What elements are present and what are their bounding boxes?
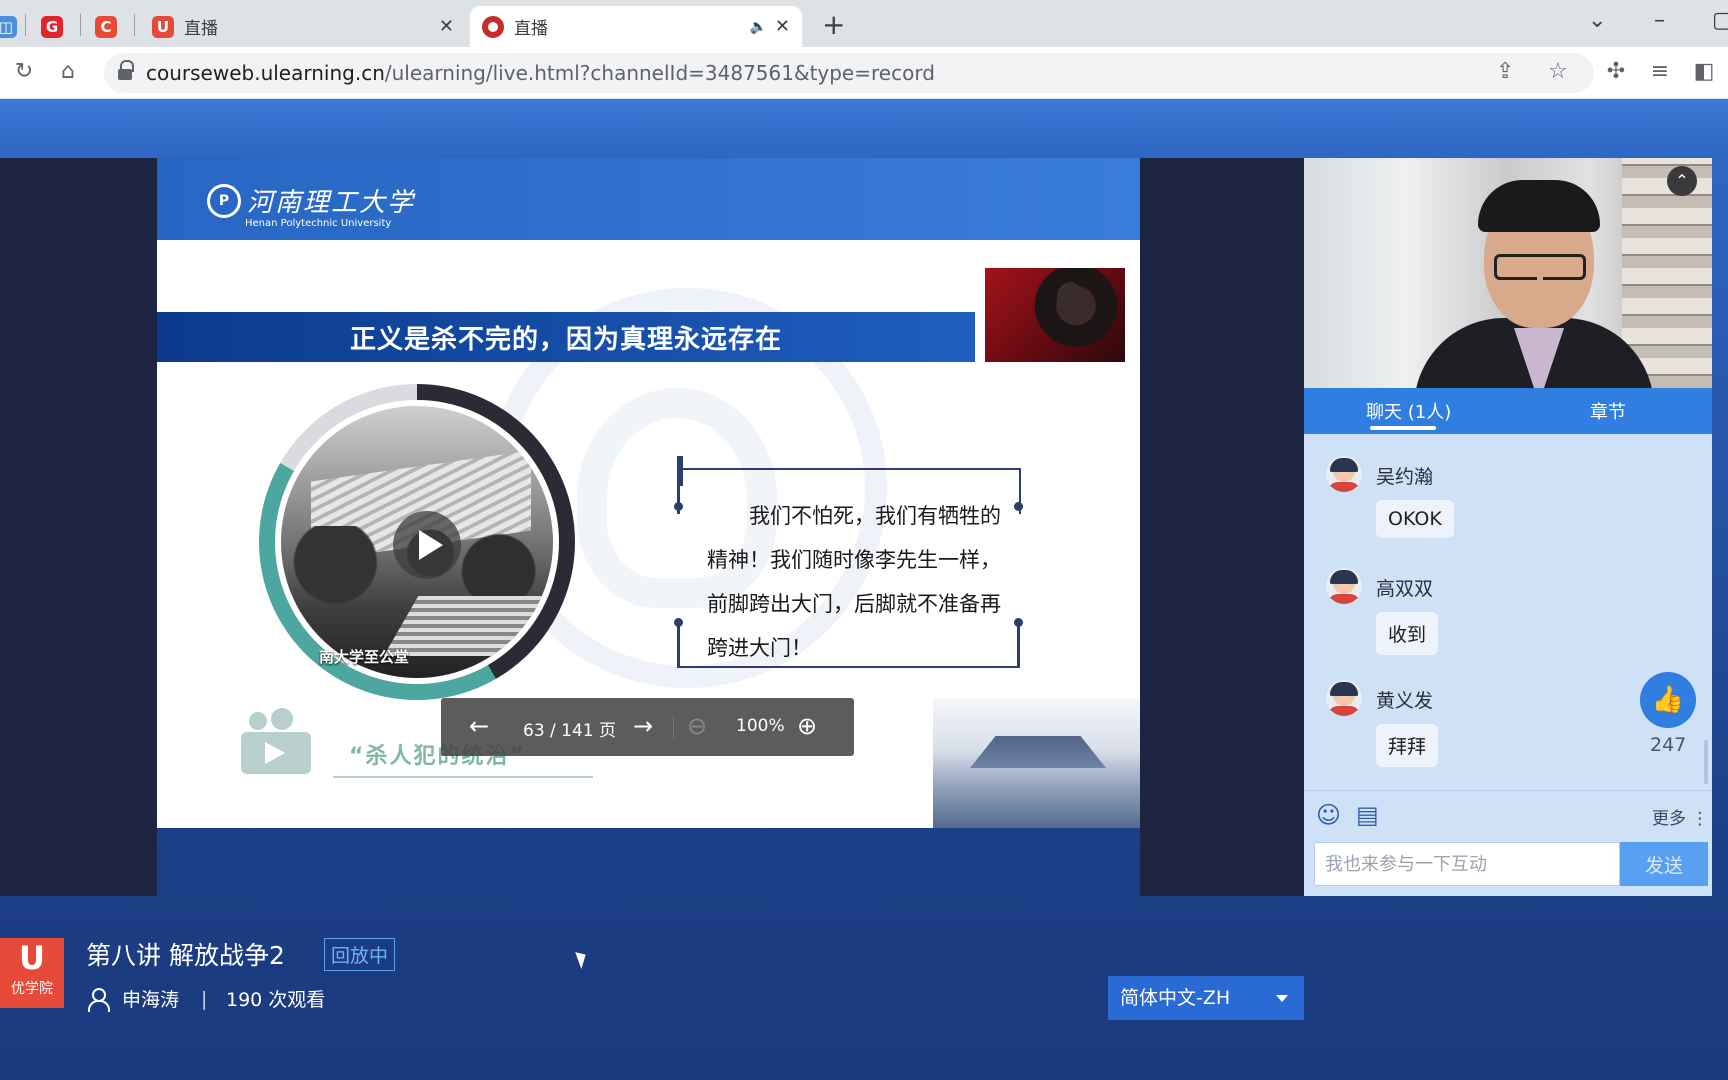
status-badge: 回放中: [324, 938, 396, 971]
speaker-icon[interactable]: 🔈: [749, 19, 766, 35]
g-favicon-icon: G: [41, 15, 63, 38]
logo-u-icon: U: [19, 939, 45, 977]
tab-live-2[interactable]: 直播 🔈 ✕: [470, 6, 802, 47]
chat-input[interactable]: [1314, 842, 1620, 886]
tab-title: 直播: [514, 19, 548, 39]
university-logo-cn: 河南理工大学: [247, 188, 416, 218]
portrait-image: [985, 268, 1125, 362]
gate-image: [933, 698, 1140, 828]
lock-icon: [118, 60, 134, 80]
zoom-in-icon[interactable]: ⊕: [797, 712, 817, 740]
ulearning-favicon-icon: U: [152, 15, 174, 38]
user-icon: [88, 988, 110, 1012]
tab-chat[interactable]: 聊天 (1人): [1366, 398, 1451, 424]
university-seal-icon: P: [207, 184, 241, 218]
lesson-title: 第八讲 解放战争2: [86, 941, 285, 970]
teacher-video[interactable]: [1304, 158, 1712, 388]
send-button[interactable]: 发送: [1620, 842, 1708, 886]
ulearning-logo: U 优学院: [0, 938, 64, 1008]
tab-search-chevron-icon[interactable]: ⌄: [1588, 8, 1606, 33]
panel-tabs: 聊天 (1人) 章节: [1304, 388, 1712, 434]
zoom-out-icon[interactable]: ⊖: [687, 712, 707, 740]
message-sender: 吴约瀚: [1376, 466, 1434, 488]
left-margin: [0, 158, 157, 896]
url-path: /ulearning/live.html?channelId=3487561&t…: [384, 61, 935, 85]
url-host: courseweb.ulearning.cn: [146, 61, 385, 85]
avatar: [1326, 680, 1362, 716]
language-value: 简体中文-ZH: [1120, 987, 1231, 1009]
slide-control-bar: ← 63 / 141 页 → ⊖ 100% ⊕: [441, 698, 854, 756]
notes-icon[interactable]: ▤: [1356, 801, 1379, 829]
app-favicon-icon: ◫: [0, 15, 17, 38]
reload-icon[interactable]: ↻: [10, 59, 38, 84]
tab-title: 直播: [184, 19, 218, 39]
caret-down-icon: [1276, 995, 1288, 1002]
collapse-video-chevron-up-icon[interactable]: ⌃: [1667, 166, 1697, 196]
browser-toolbar: ↻ ⌂ courseweb.ulearning.cn/ulearning/liv…: [0, 47, 1728, 99]
tab-chapters[interactable]: 章节: [1590, 398, 1626, 424]
like-count: 247: [1650, 734, 1687, 756]
logo-text: 优学院: [11, 981, 53, 997]
banner-text: 正义是杀不完的，因为真理永远存在: [349, 324, 782, 355]
info-divider: |: [201, 988, 208, 1010]
chat-scrollbar[interactable]: [1704, 740, 1708, 784]
next-page-arrow-icon[interactable]: →: [633, 712, 653, 740]
live-favicon-icon: [482, 15, 504, 38]
message-text: 拜拜: [1376, 724, 1439, 767]
university-logo-en: Henan Polytechnic University: [245, 218, 392, 229]
message-sender: 黄义发: [1376, 690, 1434, 712]
share-icon[interactable]: ⇪: [1496, 59, 1514, 84]
media-control-icon[interactable]: ≡: [1646, 59, 1674, 84]
extensions-icon[interactable]: ✣: [1602, 59, 1630, 84]
avatar: [1326, 568, 1362, 604]
prev-page-arrow-icon[interactable]: ←: [469, 712, 489, 740]
portrait-head: [1057, 282, 1083, 312]
home-icon[interactable]: ⌂: [54, 59, 82, 84]
tab-live-1[interactable]: U 直播 ✕: [140, 6, 466, 47]
more-button[interactable]: 更多 ⋮: [1652, 804, 1708, 829]
page-info: 63 / 141 页: [523, 721, 617, 741]
play-video-button[interactable]: [393, 511, 461, 579]
right-margin: [1140, 158, 1304, 896]
maximize-icon[interactable]: ▢: [1712, 8, 1728, 33]
teacher-name: 申海涛: [122, 989, 180, 1011]
avatar: [1326, 456, 1362, 492]
more-label: 更多: [1652, 809, 1686, 829]
new-tab-icon[interactable]: +: [822, 8, 845, 41]
message-text: OKOK: [1376, 500, 1454, 538]
pinned-tab-3[interactable]: C: [76, 6, 136, 47]
language-select[interactable]: 简体中文-ZH: [1108, 976, 1304, 1020]
emoji-icon[interactable]: ☺: [1316, 801, 1341, 829]
quote-text: 我们不怕死，我们有牺牲的精神！我们随时像李先生一样，前脚跨出大门，后脚就不准备再…: [707, 504, 1001, 660]
slide-banner: 正义是杀不完的，因为真理永远存在: [157, 312, 975, 362]
photo-caption: 南大学至公堂: [319, 648, 410, 666]
minimize-icon[interactable]: –: [1654, 8, 1665, 33]
address-bar[interactable]: courseweb.ulearning.cn/ulearning/live.ht…: [104, 53, 1594, 93]
message-text: 收到: [1376, 612, 1439, 655]
view-count: 190 次观看: [226, 989, 326, 1011]
video-camera-icon: [241, 708, 313, 774]
browser-tab-strip: ◫ G C U 直播 ✕ 直播 🔈 ✕ + ⌄ – ▢: [0, 0, 1728, 47]
chat-toolbar: ☺ ▤: [1304, 790, 1712, 836]
message-sender: 高双双: [1376, 578, 1434, 600]
close-tab-icon[interactable]: ✕: [439, 16, 454, 37]
pinned-tab-2[interactable]: G: [22, 6, 82, 47]
like-thumbs-up-icon[interactable]: 👍: [1640, 672, 1696, 728]
c-favicon-icon: C: [95, 15, 117, 38]
side-panel-icon[interactable]: ◧: [1690, 59, 1718, 84]
bookmark-star-icon[interactable]: ☆: [1548, 59, 1568, 84]
close-tab-icon[interactable]: ✕: [775, 16, 790, 37]
active-tab-underline: [1370, 426, 1436, 430]
zoom-level: 100%: [736, 716, 785, 736]
